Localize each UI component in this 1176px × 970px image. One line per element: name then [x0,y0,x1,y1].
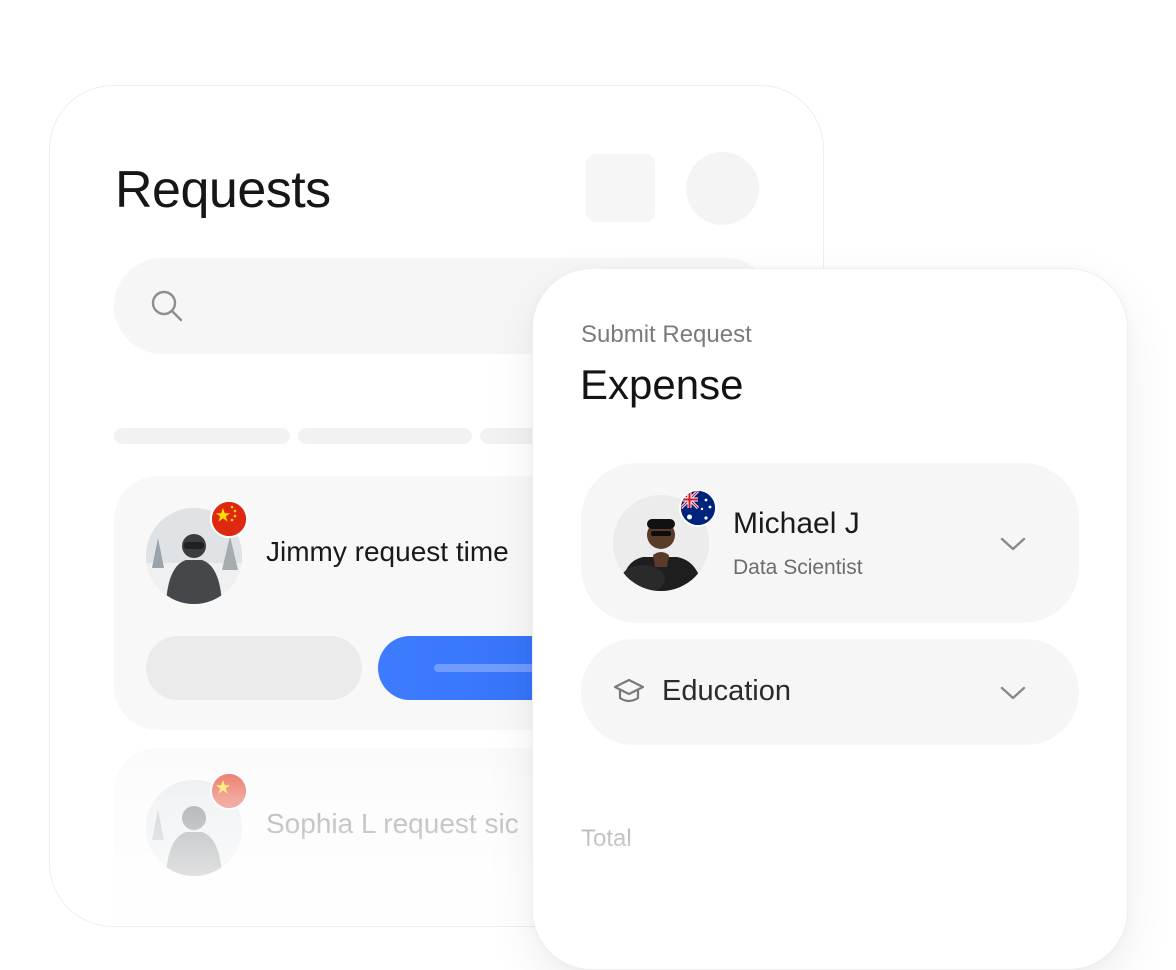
chevron-down-icon[interactable] [999,535,1027,553]
tab-placeholder[interactable] [298,428,472,444]
chevron-down-icon[interactable] [999,684,1027,702]
total-label: Total [581,825,632,852]
profile-avatar[interactable] [686,152,759,225]
page-title: Expense [580,361,744,408]
search-icon [151,290,183,322]
header-action-button[interactable] [586,154,655,222]
category-label: Education [662,675,791,707]
fade-overlay [533,789,1127,969]
employee-name: Michael J [733,507,860,540]
request-text: Sophia L request sic [266,808,519,839]
request-text: Jimmy request time [266,536,509,567]
graduation-cap-icon [613,678,645,703]
tab-placeholder[interactable] [114,428,290,444]
panel-subtitle: Submit Request [581,321,752,348]
china-flag-icon [210,772,248,810]
australia-flag-icon [679,489,717,527]
requests-title: Requests [115,161,331,219]
employee-select[interactable]: Michael J Data Scientist [581,463,1079,623]
submit-request-panel: Submit Request Expense Michael J Data Sc… [532,268,1128,970]
decline-button[interactable] [146,636,362,700]
china-flag-icon [210,500,248,538]
employee-role: Data Scientist [733,556,863,579]
category-select[interactable]: Education [581,639,1079,745]
